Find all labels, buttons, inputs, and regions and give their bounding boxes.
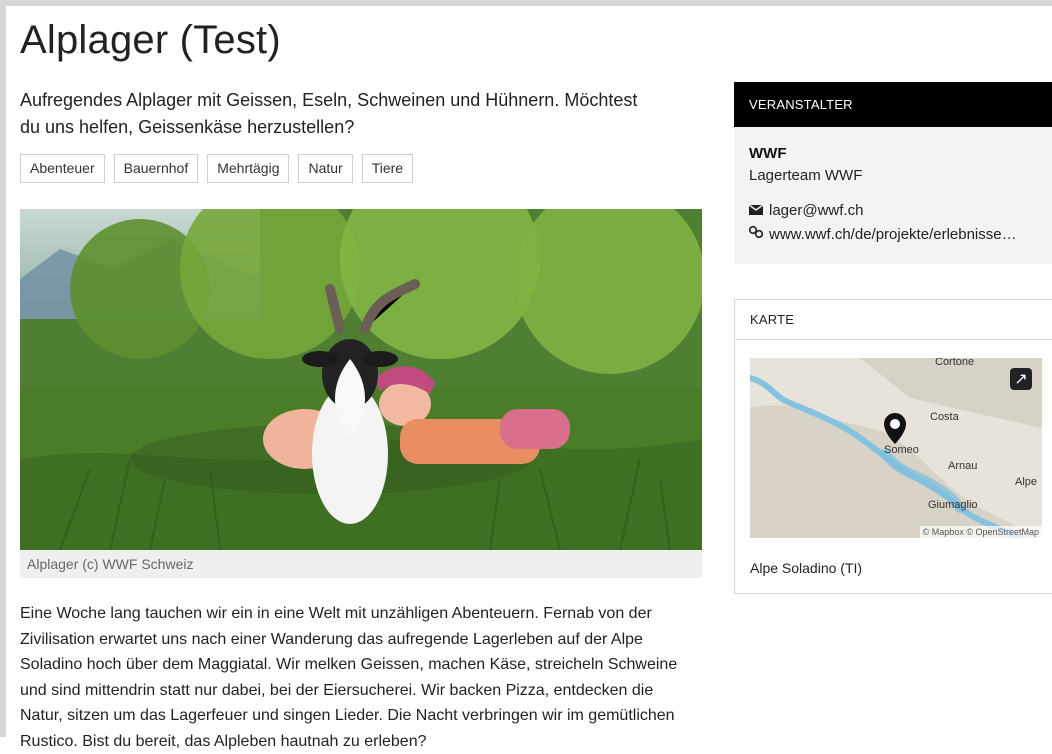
organizer-name: WWF — [749, 145, 787, 162]
map-label-giumaglio: Giumaglio — [928, 499, 978, 511]
link-icon — [748, 225, 764, 243]
tag-tiere[interactable]: Tiere — [361, 154, 414, 183]
hero-image — [20, 209, 702, 550]
mail-icon — [748, 202, 764, 219]
open-map-external-button[interactable]: ↗ — [1010, 368, 1032, 390]
tag-abenteuer[interactable]: Abenteuer — [20, 154, 105, 183]
organizer-email[interactable]: lager@wwf.ch — [734, 184, 1052, 219]
organizer-header: VERANSTALTER — [734, 82, 1052, 127]
map-label-costa: Costa — [930, 411, 959, 423]
lead-text: Aufregendes Alplager mit Geissen, Eseln,… — [20, 90, 638, 137]
map-label-top: Cortone — [935, 358, 975, 368]
map-location: Alpe Soladino (TI) — [750, 560, 863, 576]
tag-natur[interactable]: Natur — [298, 154, 353, 183]
organizer-website[interactable]: www.wwf.ch/de/projekte/erlebnisse… — [734, 219, 1052, 243]
organizer-team: Lagerteam WWF — [749, 167, 863, 184]
tag-list: Abenteuer Bauernhof Mehrtägig Natur Tier… — [20, 154, 414, 183]
map-header: KARTE — [735, 300, 1052, 340]
email-text: lager@wwf.ch — [769, 202, 864, 219]
external-link-icon: ↗ — [1014, 371, 1028, 388]
map-label-arnau: Arnau — [948, 460, 978, 472]
map-label-alpe: Alpe — [1015, 476, 1038, 488]
map-view[interactable]: ↗ Cortone Costa Someo Arnau Alpe Giumagl… — [750, 358, 1042, 538]
organizer-panel: VERANSTALTER WWF Lagerteam WWF lager@wwf… — [734, 82, 1052, 264]
website-text: www.wwf.ch/de/projekte/erlebnisse… — [769, 225, 1017, 243]
page-title: Alplager (Test) — [20, 18, 281, 62]
tag-mehrtagig[interactable]: Mehrtägig — [207, 154, 290, 183]
map-panel: KARTE ↗ Cortone Costa Someo Arnau Alpe G… — [734, 299, 1052, 594]
hero-illustration — [20, 209, 702, 550]
map-attribution[interactable]: © Mapbox © OpenStreetMap — [919, 526, 1042, 538]
description-text: Eine Woche lang tauchen wir ein in eine … — [20, 605, 678, 750]
tag-bauernhof[interactable]: Bauernhof — [113, 154, 199, 183]
image-caption: Alplager (c) WWF Schweiz — [20, 550, 702, 578]
map-label-someo: Someo — [884, 444, 919, 456]
